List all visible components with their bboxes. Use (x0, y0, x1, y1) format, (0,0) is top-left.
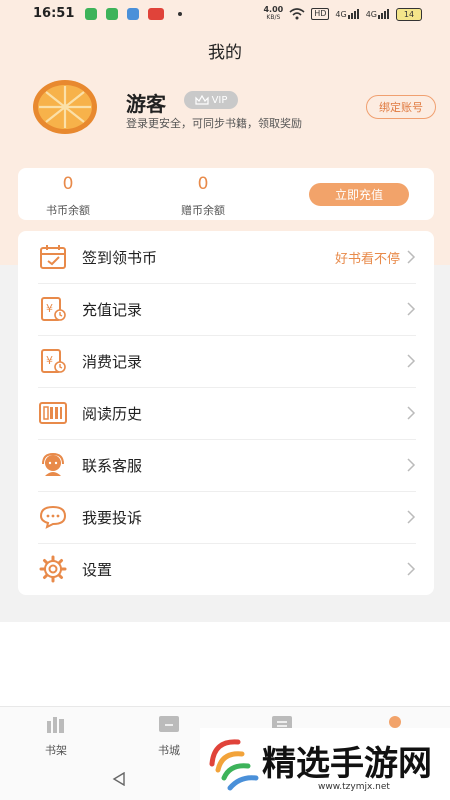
menu-item-label: 阅读历史 (82, 404, 143, 423)
avatar[interactable] (32, 79, 98, 135)
status-time: 16:51 (33, 6, 75, 21)
menu-item-settings[interactable]: 设置 (38, 543, 416, 595)
chevron-right-icon (407, 562, 416, 576)
menu-item-label: 设置 (82, 560, 113, 579)
bookshelf-icon (47, 717, 64, 733)
menu-item-label: 签到领书币 (82, 248, 158, 267)
signal-bars-icon (378, 9, 389, 19)
watermark-logo-icon (209, 739, 259, 791)
notification-app-icon (148, 8, 164, 20)
svg-text:¥: ¥ (46, 302, 53, 315)
signal-1: 4G (335, 9, 359, 19)
watermark: 精选手游网 www.tzymjx.net (200, 728, 450, 800)
bind-account-button[interactable]: 绑定账号 (366, 95, 436, 119)
reading-history-icon (38, 398, 68, 428)
gear-icon (38, 554, 68, 584)
back-nav-icon[interactable] (112, 772, 126, 786)
battery-icon: 14 (396, 7, 422, 21)
more-notifications-icon (178, 12, 182, 16)
gift-coin-label: 赠币余额 (181, 204, 225, 217)
chevron-right-icon (407, 458, 416, 472)
chevron-right-icon (407, 302, 416, 316)
consume-record-icon: ¥ (38, 346, 68, 376)
watermark-url: www.tzymjx.net (318, 782, 390, 792)
status-bar: 16:51 4.00 KB/S HD 4G 4G 14 (0, 0, 450, 28)
bookstore-icon (159, 716, 179, 732)
network-speed-value: 4.00 (263, 5, 284, 14)
menu-item-promo: 好书看不停 (334, 251, 400, 267)
book-coin-value: 0 (62, 174, 74, 194)
menu-item-label: 充值记录 (82, 300, 143, 319)
chevron-right-icon (407, 354, 416, 368)
book-coin-label: 书币余额 (46, 204, 90, 217)
content-bottom-area (0, 622, 450, 706)
signal-1-label: 4G (335, 10, 347, 19)
menu-item-reading-history[interactable]: 阅读历史 (38, 387, 416, 440)
browser-app-icon (127, 8, 139, 20)
customer-service-icon (38, 450, 68, 480)
vip-badge[interactable]: VIP (184, 91, 238, 109)
menu-list: 签到领书币 好书看不停 ¥ 充值记录 ¥ 消费记录 阅读历史 联系客服 我要投诉… (18, 231, 434, 595)
svg-text:¥: ¥ (46, 354, 53, 367)
wechat-app-icon (106, 8, 118, 20)
menu-item-consume-record[interactable]: ¥ 消费记录 (38, 335, 416, 388)
gift-coin-value: 0 (197, 174, 209, 194)
chevron-right-icon (407, 250, 416, 264)
complaint-icon (38, 502, 68, 532)
network-speed-unit: KB/S (266, 14, 281, 21)
tab-bookstore[interactable]: 书城 (139, 715, 199, 758)
menu-item-complaint[interactable]: 我要投诉 (38, 491, 416, 544)
signal-2: 4G (366, 9, 390, 19)
signal-2-label: 4G (365, 10, 377, 19)
tab-label: 书架 (45, 744, 67, 757)
crown-icon (194, 95, 209, 105)
page-title: 我的 (208, 43, 242, 63)
user-name: 游客 (126, 92, 166, 116)
menu-item-label: 我要投诉 (82, 508, 143, 527)
chevron-right-icon (407, 510, 416, 524)
network-speed: 4.00 KB/S (263, 6, 283, 22)
menu-item-label: 联系客服 (82, 456, 143, 475)
vip-label: VIP (211, 94, 228, 106)
menu-item-recharge-record[interactable]: ¥ 充值记录 (38, 283, 416, 336)
menu-item-checkin[interactable]: 签到领书币 好书看不停 (38, 231, 416, 284)
status-right: 4.00 KB/S HD 4G 4G 14 (263, 6, 422, 22)
wifi-icon (289, 8, 305, 20)
chevron-right-icon (407, 406, 416, 420)
menu-item-label: 消费记录 (82, 352, 143, 371)
user-subtitle: 登录更安全，可同步书籍，领取奖励 (126, 117, 302, 130)
calendar-check-icon (38, 242, 68, 272)
phone-app-icon (85, 8, 97, 20)
signal-bars-icon (347, 9, 359, 19)
hd-badge: HD (311, 8, 330, 20)
recharge-record-icon: ¥ (38, 294, 68, 324)
tab-label: 书城 (158, 744, 180, 757)
wallet-card: 0 书币余额 0 赠币余额 立即充值 (18, 168, 434, 220)
watermark-text: 精选手游网 (262, 744, 432, 784)
tab-bookshelf[interactable]: 书架 (26, 715, 86, 758)
recharge-button[interactable]: 立即充值 (309, 183, 409, 206)
menu-item-customer-service[interactable]: 联系客服 (38, 439, 416, 492)
